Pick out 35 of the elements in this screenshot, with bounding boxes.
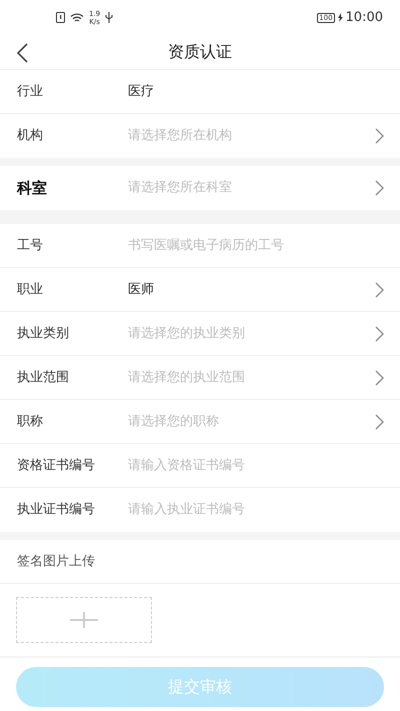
chevron-right-icon[interactable] [375, 370, 384, 386]
chevron-right-icon[interactable] [375, 180, 384, 196]
field-label: 工号 [17, 236, 44, 255]
field-label: 执业范围 [17, 368, 70, 387]
wifi-icon [70, 12, 84, 22]
input-field[interactable]: 请输入执业证书编号 [128, 500, 384, 520]
chevron-right-icon[interactable] [375, 128, 384, 144]
input-field[interactable]: 请选择您所在科室 [128, 178, 375, 198]
field-label: 执业类别 [17, 324, 70, 343]
input-field[interactable]: 请输入资格证书编号 [128, 456, 384, 476]
page-title: 资质认证 [168, 41, 232, 63]
field-label: 机构 [17, 127, 44, 146]
field-label: 资格证书编号 [17, 456, 96, 475]
section-title: 签名图片上传 [17, 552, 95, 571]
field-label: 职业 [17, 280, 44, 299]
back-icon[interactable] [16, 43, 28, 63]
chevron-right-icon[interactable] [375, 282, 384, 298]
field-label: 行业 [17, 82, 44, 101]
input-field[interactable]: 请选择您的职称 [128, 412, 375, 432]
plus-icon [70, 612, 98, 628]
input-field[interactable]: 请选择您的执业类别 [128, 324, 375, 344]
field-label: 执业证书编号 [17, 501, 96, 520]
field-value[interactable]: 医师 [128, 280, 375, 300]
field-label: 职称 [17, 412, 44, 431]
input-field[interactable]: 书写医嘱或电子病历的工号 [128, 236, 384, 256]
sim-icon [56, 12, 65, 23]
charging-icon [338, 13, 343, 22]
usb-icon [105, 12, 114, 23]
chevron-right-icon[interactable] [375, 326, 384, 342]
input-field[interactable]: 请选择您所在机构 [128, 126, 375, 146]
field-label: 科室 [17, 178, 48, 199]
clock: 10:00 [346, 8, 383, 27]
chevron-right-icon[interactable] [375, 414, 384, 430]
input-field[interactable]: 请选择您的执业范围 [128, 368, 375, 388]
field-value[interactable]: 医疗 [128, 82, 384, 102]
